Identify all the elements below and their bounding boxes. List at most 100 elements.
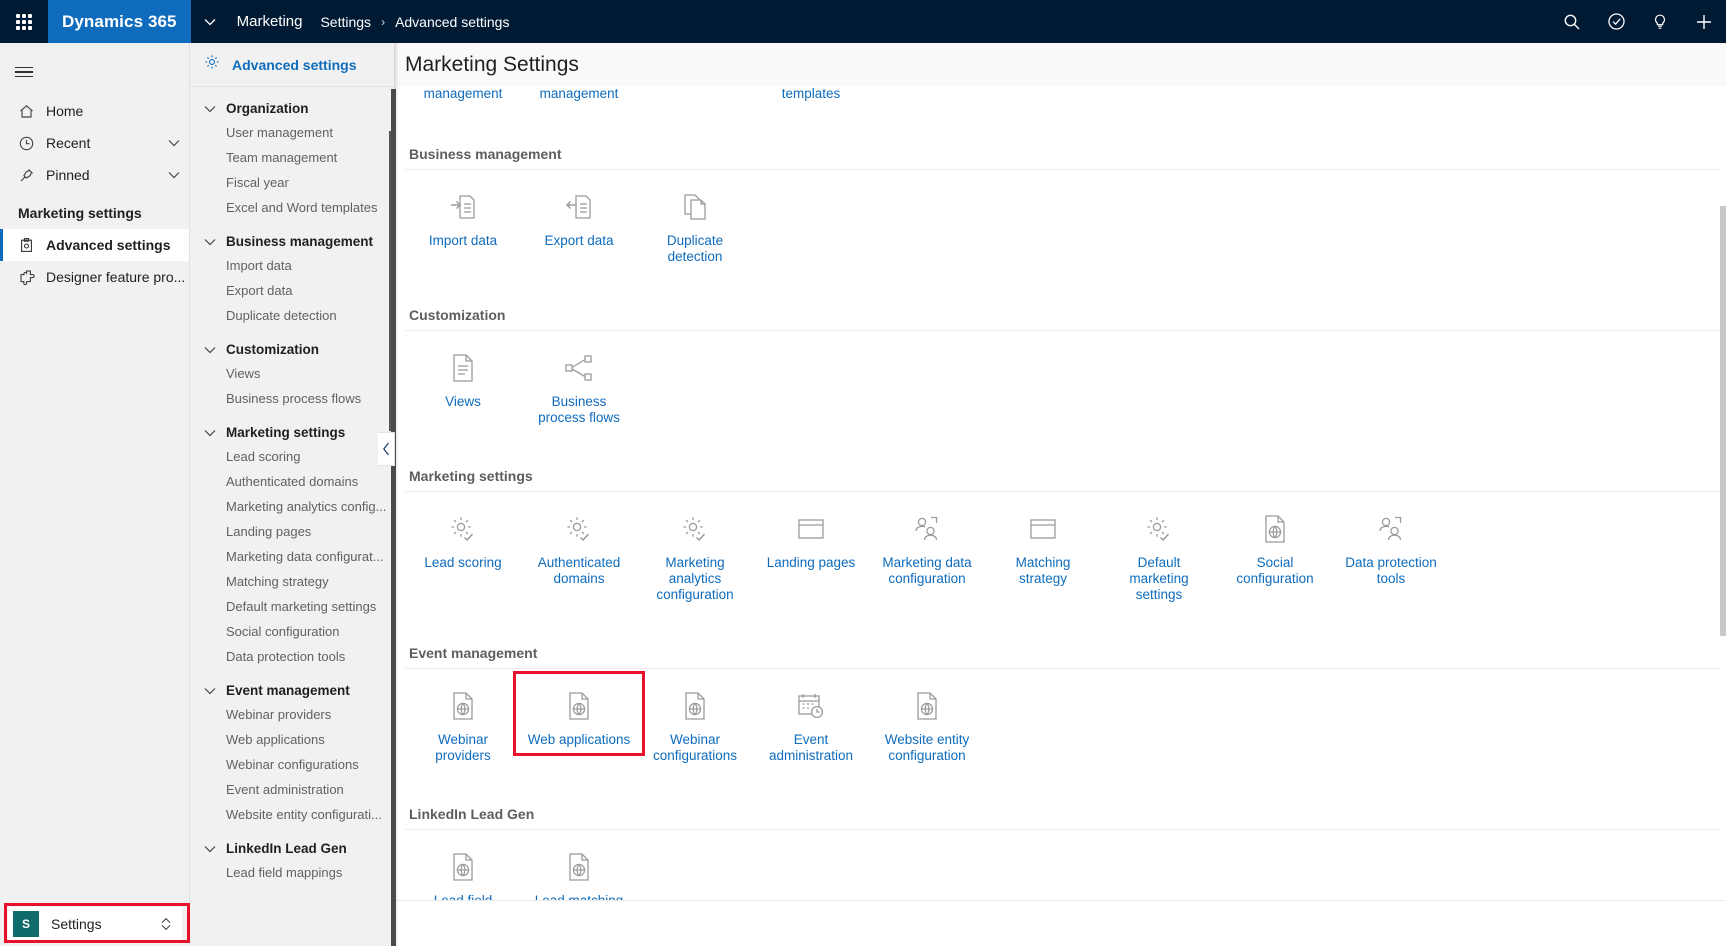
breadcrumb-item-advanced-settings[interactable]: Advanced settings xyxy=(395,14,509,30)
tree-group-linkedin-lead-gen[interactable]: LinkedIn Lead Gen xyxy=(190,827,394,860)
tree-group-label: Customization xyxy=(226,342,319,357)
clipped-tile-label[interactable]: management xyxy=(405,86,521,102)
tree-group-marketing-settings[interactable]: Marketing settings xyxy=(190,411,394,444)
sidebar-item-advanced-settings[interactable]: Advanced settings xyxy=(0,229,189,261)
tree-item[interactable]: Website entity configurati... xyxy=(190,802,394,827)
tree-item[interactable]: Lead scoring xyxy=(190,444,394,469)
settings-tile-lead-scoring[interactable]: Lead scoring xyxy=(405,500,521,571)
sidebar-item-pinned[interactable]: Pinned xyxy=(0,159,189,191)
app-name-marketing[interactable]: Marketing xyxy=(229,13,321,30)
settings-tile-matching-strategy[interactable]: Matching strategy xyxy=(985,500,1101,587)
sidebar-item-designer-feature-protection[interactable]: Designer feature pro... xyxy=(0,261,189,293)
app-launcher-icon[interactable] xyxy=(0,0,48,43)
calendar-clock-icon xyxy=(796,689,826,723)
settings-tile-export-data[interactable]: Export data xyxy=(521,178,637,249)
tree-header-advanced-settings[interactable]: Advanced settings xyxy=(190,43,394,87)
chevron-down-icon[interactable] xyxy=(204,425,216,440)
tree-item[interactable]: Duplicate detection xyxy=(190,303,394,328)
chevron-down-icon[interactable] xyxy=(159,139,189,147)
tree-item[interactable]: Webinar providers xyxy=(190,702,394,727)
settings-tile-marketing-data-configuration[interactable]: Marketing data configuration xyxy=(869,500,985,587)
chevron-down-icon[interactable] xyxy=(204,342,216,357)
settings-tile-webinar-providers[interactable]: Webinar providers xyxy=(405,677,521,764)
plus-icon[interactable] xyxy=(1682,0,1726,43)
process-flow-icon xyxy=(564,351,594,385)
tree-item[interactable]: Web applications xyxy=(190,727,394,752)
settings-tile-default-marketing-settings[interactable]: Default marketing settings xyxy=(1101,500,1217,603)
tree-item[interactable]: Fiscal year xyxy=(190,170,394,195)
main-scrollbar-thumb[interactable] xyxy=(1720,206,1726,636)
settings-tile-lead-field-mappings[interactable]: Lead field mappings xyxy=(405,838,521,900)
settings-tile-import-data[interactable]: Import data xyxy=(405,178,521,249)
tree-item[interactable]: Landing pages xyxy=(190,519,394,544)
brand-dynamics365[interactable]: Dynamics 365 xyxy=(48,0,191,43)
content-bottom-strip xyxy=(395,900,1726,946)
tree-item[interactable]: Export data xyxy=(190,278,394,303)
tree-item[interactable]: Marketing data configurat... xyxy=(190,544,394,569)
tree-item[interactable]: Social configuration xyxy=(190,619,394,644)
sidebar-item-home[interactable]: Home xyxy=(0,95,189,127)
settings-tile-authenticated-domains[interactable]: Authenticated domains xyxy=(521,500,637,587)
sidebar-item-recent[interactable]: Recent xyxy=(0,127,189,159)
search-icon[interactable] xyxy=(1550,0,1594,43)
clipped-tile-label[interactable]: management xyxy=(521,86,637,102)
settings-tile-data-protection-tools[interactable]: Data protection tools xyxy=(1333,500,1449,587)
tree-item[interactable]: Import data xyxy=(190,253,394,278)
tree-item[interactable]: Matching strategy xyxy=(190,569,394,594)
check-circle-icon[interactable] xyxy=(1594,0,1638,43)
tree-item[interactable]: Views xyxy=(190,361,394,386)
hamburger-menu-icon[interactable] xyxy=(0,49,48,95)
window-icon xyxy=(796,512,826,546)
tile-row: Import data Export data Duplicate detect… xyxy=(405,178,1726,265)
tree-item[interactable]: Team management xyxy=(190,145,394,170)
chevron-down-icon[interactable] xyxy=(204,683,216,698)
tree-header-label: Advanced settings xyxy=(232,56,357,73)
tree-item[interactable]: Lead field mappings xyxy=(190,860,394,885)
tree-group-event-management[interactable]: Event management xyxy=(190,669,394,702)
settings-area-switcher[interactable]: S Settings xyxy=(8,907,182,941)
tree-item[interactable]: Business process flows xyxy=(190,386,394,411)
sidebar-collapse-button[interactable] xyxy=(378,432,395,466)
settings-tile-webinar-configurations[interactable]: Webinar configurations xyxy=(637,677,753,764)
gear-check-icon xyxy=(1144,512,1174,546)
settings-tile-landing-pages[interactable]: Landing pages xyxy=(753,500,869,571)
settings-tile-views[interactable]: Views xyxy=(405,339,521,410)
settings-tile-event-administration[interactable]: Event administration xyxy=(753,677,869,764)
tree-item[interactable]: Authenticated domains xyxy=(190,469,394,494)
section-divider xyxy=(405,330,1726,331)
settings-tile-lead-matching-strategy[interactable]: Lead matching strategy xyxy=(521,838,637,900)
page-title: Marketing Settings xyxy=(405,52,579,76)
clipped-tile-label[interactable]: templates xyxy=(753,86,869,102)
main-content-area: Marketing Settings management management t… xyxy=(395,43,1726,946)
settings-tile-duplicate-detection[interactable]: Duplicate detection xyxy=(637,178,753,265)
chevron-updown-icon[interactable] xyxy=(160,916,172,932)
tree-group-business-management[interactable]: Business management xyxy=(190,220,394,253)
settings-tile-business-process-flows[interactable]: Business process flows xyxy=(521,339,637,426)
breadcrumb-item-settings[interactable]: Settings xyxy=(320,14,371,30)
chevron-down-icon[interactable] xyxy=(204,101,216,116)
tree-item[interactable]: Webinar configurations xyxy=(190,752,394,777)
chevron-down-icon[interactable] xyxy=(159,171,189,179)
settings-tile-website-entity-configuration[interactable]: Website entity configuration xyxy=(869,677,985,764)
tree-group-customization[interactable]: Customization xyxy=(190,328,394,361)
puzzle-icon xyxy=(18,269,46,286)
chevron-down-icon[interactable] xyxy=(204,841,216,856)
tree-item[interactable]: Data protection tools xyxy=(190,644,394,669)
chevron-down-icon[interactable] xyxy=(204,234,216,249)
lightbulb-icon[interactable] xyxy=(1638,0,1682,43)
tree-item[interactable]: User management xyxy=(190,120,394,145)
chevron-down-icon[interactable] xyxy=(191,0,229,43)
settings-tile-social-configuration[interactable]: Social configuration xyxy=(1217,500,1333,587)
main-scrollbar-track[interactable] xyxy=(1720,86,1726,900)
tree-group-organization[interactable]: Organization xyxy=(190,87,394,120)
settings-grid-scroll-area[interactable]: management management templates Business ma… xyxy=(395,86,1726,900)
tile-row: Lead scoring Authenticated domains Marke… xyxy=(405,500,1726,603)
tree-item[interactable]: Event administration xyxy=(190,777,394,802)
tree-item[interactable]: Default marketing settings xyxy=(190,594,394,619)
tree-item[interactable]: Marketing analytics config... xyxy=(190,494,394,519)
tree-group-label: LinkedIn Lead Gen xyxy=(226,841,347,856)
settings-tile-web-applications[interactable]: Web applications xyxy=(521,677,637,748)
settings-tile-marketing-analytics-configuration[interactable]: Marketing analytics configuration xyxy=(637,500,753,603)
tree-item[interactable]: Excel and Word templates xyxy=(190,195,394,220)
